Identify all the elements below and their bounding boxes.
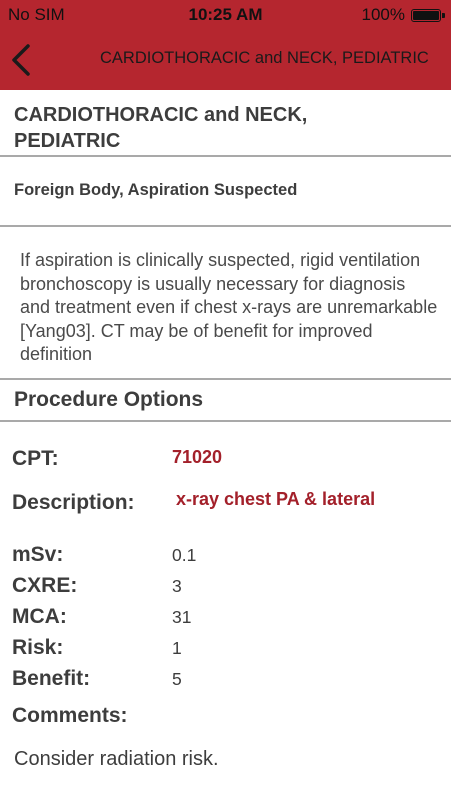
cpt-label: CPT:: [12, 447, 59, 470]
msv-value: 0.1: [172, 545, 197, 565]
divider: [0, 225, 451, 227]
comments-label: Comments:: [12, 704, 128, 727]
comments-value: Consider radiation risk.: [14, 748, 219, 770]
battery-indicator: 100%: [361, 5, 445, 25]
benefit-value: 5: [172, 669, 182, 689]
mca-label: MCA:: [12, 605, 67, 628]
cpt-value: 71020: [172, 447, 223, 467]
divider: [0, 378, 451, 380]
cxre-label: CXRE:: [12, 574, 78, 597]
cxre-value: 3: [172, 576, 182, 596]
condition-description: If aspiration is clinically suspected, r…: [20, 250, 438, 364]
back-button[interactable]: [8, 42, 36, 78]
condition-subtitle: Foreign Body, Aspiration Suspected: [14, 181, 298, 199]
nav-title: CARDIOTHORACIC and NECK, PEDIATRIC: [100, 49, 429, 67]
page-title: CARDIOTHORACIC and NECK, PEDIATRIC: [14, 104, 308, 152]
divider: [0, 420, 451, 422]
procedure-options-heading: Procedure Options: [14, 388, 204, 411]
risk-label: Risk:: [12, 636, 64, 659]
battery-percent: 100%: [361, 5, 405, 24]
chevron-left-icon: [12, 44, 30, 76]
msv-label: mSv:: [12, 543, 64, 566]
divider: [0, 155, 451, 157]
battery-icon: [411, 8, 445, 22]
nav-bar: No SIM 10:25 AM 100% CARDIOTHORACIC and …: [0, 0, 451, 90]
status-bar: No SIM 10:25 AM 100%: [0, 0, 451, 30]
description-label: Description:: [12, 491, 135, 514]
benefit-label: Benefit:: [12, 667, 91, 690]
risk-value: 1: [172, 638, 182, 658]
mca-value: 31: [172, 607, 192, 627]
description-value: x-ray chest PA & lateral: [176, 489, 376, 509]
